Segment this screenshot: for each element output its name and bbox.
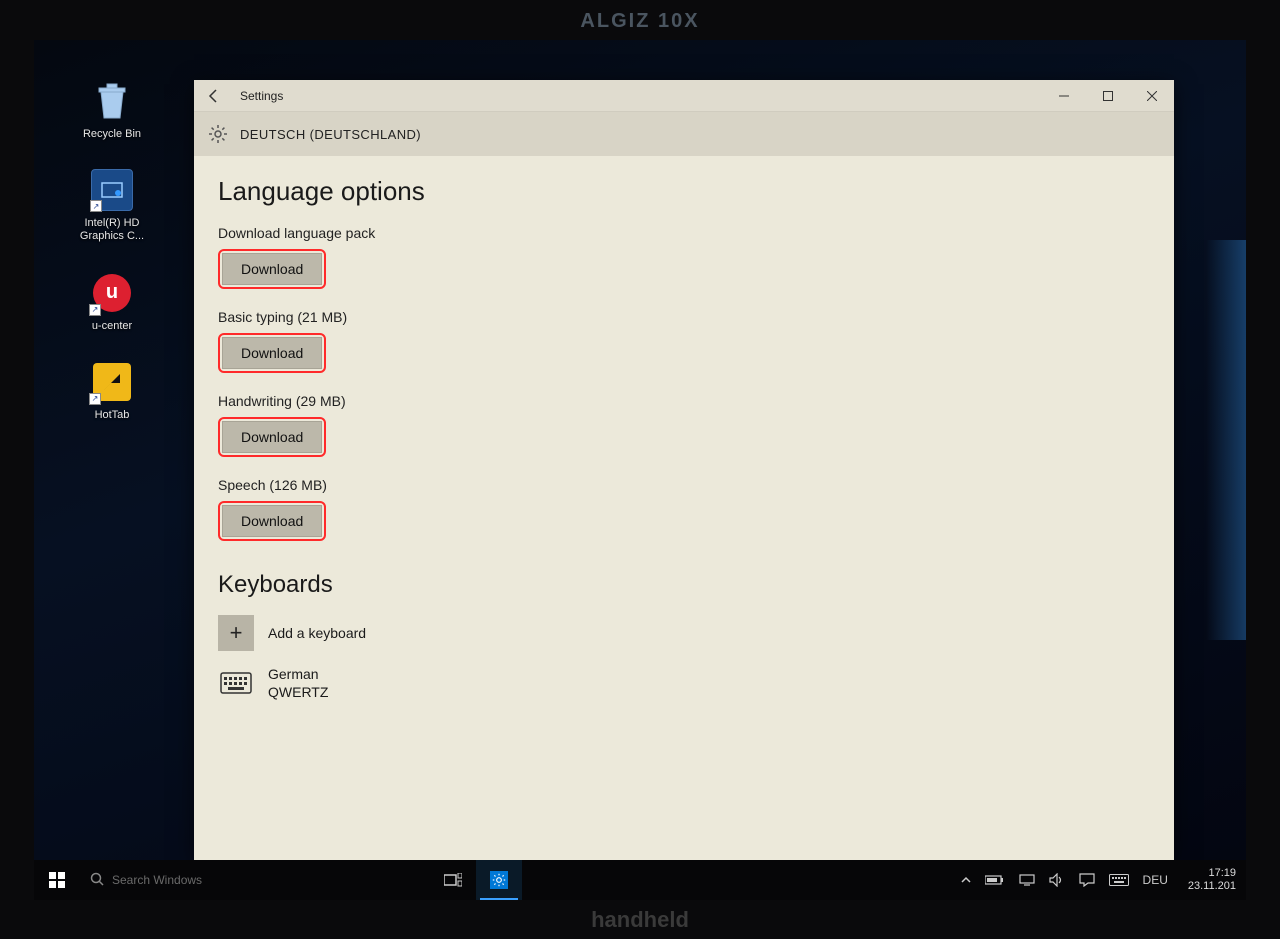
download-button-speech[interactable]: Download	[222, 505, 322, 537]
taskbar-search[interactable]: Search Windows	[80, 872, 280, 889]
option-label: Speech (126 MB)	[218, 477, 1150, 493]
add-keyboard-button[interactable]: + Add a keyboard	[218, 615, 1150, 651]
option-speech: Speech (126 MB) Download	[218, 477, 1150, 541]
option-label: Handwriting (29 MB)	[218, 393, 1150, 409]
recycle-bin-icon	[91, 80, 133, 122]
option-basic-typing: Basic typing (21 MB) Download	[218, 309, 1150, 373]
desktop-icon-label: HotTab	[95, 409, 130, 422]
section-title-language-options: Language options	[218, 176, 1150, 207]
option-label: Basic typing (21 MB)	[218, 309, 1150, 325]
desktop-icon-hottab[interactable]: ↗ HotTab	[52, 361, 172, 422]
window-content: Language options Download language pack …	[194, 156, 1174, 860]
minimize-button[interactable]	[1042, 80, 1086, 112]
option-handwriting: Handwriting (29 MB) Download	[218, 393, 1150, 457]
shortcut-arrow-icon: ↗	[90, 200, 102, 212]
search-placeholder: Search Windows	[112, 873, 202, 887]
close-button[interactable]	[1130, 80, 1174, 112]
search-icon	[90, 872, 104, 889]
desktop-icon-u-center[interactable]: u ↗ u-center	[52, 272, 172, 333]
tray-language-indicator[interactable]: DEU	[1143, 873, 1168, 887]
highlight-annotation: Download	[218, 249, 326, 289]
section-title-keyboards: Keyboards	[218, 571, 1150, 599]
desktop-icon-intel-hd[interactable]: ↗ Intel(R) HD Graphics C...	[52, 169, 172, 243]
keyboard-item-label: German QWERTZ	[268, 665, 328, 701]
highlight-annotation: Download	[218, 501, 326, 541]
highlight-annotation: Download	[218, 333, 326, 373]
tray-action-center-icon[interactable]	[1079, 873, 1095, 887]
tray-show-hidden-icon[interactable]	[961, 875, 971, 885]
keyboard-item-german-qwertz[interactable]: German QWERTZ	[218, 665, 1150, 701]
taskbar: Search Windows	[34, 860, 1246, 900]
tray-volume-icon[interactable]	[1049, 873, 1065, 887]
hottab-icon: ↗	[91, 361, 133, 403]
intel-hd-icon: ↗	[91, 169, 133, 211]
desktop-icon-label: Intel(R) HD Graphics C...	[80, 217, 144, 243]
tray-time: 17:19	[1188, 867, 1236, 880]
wallpaper-glow	[1206, 240, 1246, 640]
option-language-pack: Download language pack Download	[218, 225, 1150, 289]
system-tray: DEU 17:19 23.11.201	[961, 860, 1246, 900]
back-button[interactable]	[194, 80, 234, 112]
shortcut-arrow-icon: ↗	[89, 393, 101, 405]
settings-window: Settings DEUTSCH (DEUTSCHLAND) Language …	[194, 80, 1174, 860]
device-brand-bottom: handheld	[0, 907, 1280, 933]
highlight-annotation: Download	[218, 417, 326, 457]
keyboard-icon	[218, 669, 254, 697]
window-titlebar: Settings	[194, 80, 1174, 112]
plus-icon: +	[218, 615, 254, 651]
desktop-icon-label: Recycle Bin	[83, 128, 141, 141]
download-button-handwriting[interactable]: Download	[222, 421, 322, 453]
desktop-icon-recycle-bin[interactable]: Recycle Bin	[52, 80, 172, 141]
desktop-icons-area: Recycle Bin ↗ Intel(R) HD Graphics C... …	[52, 80, 172, 422]
tray-keyboard-icon[interactable]	[1109, 874, 1129, 886]
taskbar-app-taskview[interactable]	[430, 860, 476, 900]
tray-battery-icon[interactable]	[985, 874, 1005, 886]
desktop-icon-label: u-center	[92, 320, 132, 333]
taskbar-app-settings[interactable]	[476, 860, 522, 900]
maximize-button[interactable]	[1086, 80, 1130, 112]
start-button[interactable]	[34, 860, 80, 900]
gear-icon	[208, 124, 228, 144]
page-header-bar: DEUTSCH (DEUTSCHLAND)	[194, 112, 1174, 156]
option-label: Download language pack	[218, 225, 1150, 241]
u-center-icon: u ↗	[91, 272, 133, 314]
device-brand-top: ALGIZ 10X	[0, 10, 1280, 33]
window-title: Settings	[234, 89, 283, 103]
screen: Recycle Bin ↗ Intel(R) HD Graphics C... …	[34, 40, 1246, 900]
tray-date: 23.11.201	[1188, 880, 1236, 893]
tray-network-icon[interactable]	[1019, 873, 1035, 887]
download-button-basic-typing[interactable]: Download	[222, 337, 322, 369]
download-button-language-pack[interactable]: Download	[222, 253, 322, 285]
page-header-text: DEUTSCH (DEUTSCHLAND)	[240, 127, 421, 142]
tray-clock[interactable]: 17:19 23.11.201	[1182, 867, 1242, 893]
add-keyboard-label: Add a keyboard	[268, 624, 366, 642]
shortcut-arrow-icon: ↗	[89, 304, 101, 316]
